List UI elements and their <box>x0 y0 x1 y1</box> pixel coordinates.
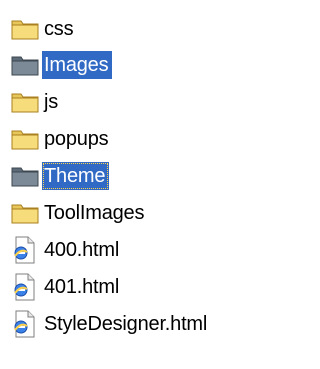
list-item-popups[interactable]: popups <box>10 122 112 156</box>
ie-document-icon <box>10 310 40 338</box>
list-item-401-html[interactable]: 401.html <box>10 270 123 304</box>
list-item-css[interactable]: css <box>10 12 77 46</box>
list-item-400-html[interactable]: 400.html <box>10 233 123 267</box>
item-label: js <box>44 91 59 113</box>
list-item-js[interactable]: js <box>10 85 62 119</box>
item-label: StyleDesigner.html <box>44 313 208 335</box>
folder-icon <box>10 199 40 227</box>
folder-icon <box>10 162 40 190</box>
item-label: Theme <box>42 162 110 190</box>
folder-icon <box>10 15 40 43</box>
item-label: 400.html <box>44 239 120 261</box>
item-label: 401.html <box>44 276 120 298</box>
item-label: Images <box>42 51 113 79</box>
list-item-toolimages[interactable]: ToolImages <box>10 196 148 230</box>
list-item-styledesigner-html[interactable]: StyleDesigner.html <box>10 307 211 341</box>
ie-document-icon <box>10 236 40 264</box>
item-label: css <box>44 18 74 40</box>
ie-document-icon <box>10 273 40 301</box>
item-label: popups <box>44 128 109 150</box>
folder-icon <box>10 125 40 153</box>
list-item-images[interactable]: Images <box>10 48 113 82</box>
file-list: css Images js popups Theme ToolImages 40… <box>0 0 296 369</box>
item-label: ToolImages <box>44 202 145 224</box>
list-item-theme[interactable]: Theme <box>10 159 110 193</box>
folder-icon <box>10 51 40 79</box>
folder-icon <box>10 88 40 116</box>
